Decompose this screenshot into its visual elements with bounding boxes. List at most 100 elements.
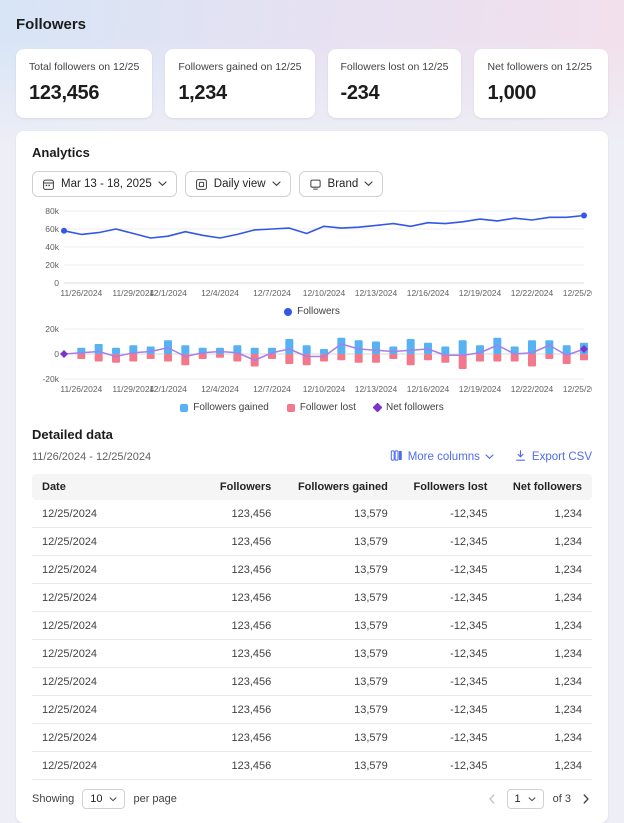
svg-text:60k: 60k	[45, 224, 59, 234]
svg-text:20k: 20k	[45, 260, 59, 270]
view-granularity-filter-button[interactable]: Daily view	[185, 171, 291, 197]
view-icon	[195, 178, 208, 191]
stat-card-followers-lost: Followers lost on 12/25 -234	[328, 49, 462, 118]
cell-followers: 123,456	[206, 584, 282, 612]
cell-followers-lost: -12,345	[398, 612, 498, 640]
page-count-label: of 3	[553, 793, 571, 805]
table-row: 12/25/2024123,45613,579-12,3451,234	[32, 668, 592, 696]
table-footer: Showing 10 per page 1 of 3	[32, 789, 592, 809]
cell-followers-lost: -12,345	[398, 500, 498, 528]
per-page-label: per page	[133, 793, 176, 805]
svg-text:12/16/2024: 12/16/2024	[407, 384, 450, 394]
cell-followers: 123,456	[206, 500, 282, 528]
cell-followers-gained: 13,579	[281, 528, 398, 556]
cell-followers: 123,456	[206, 556, 282, 584]
cell-date: 12/25/2024	[32, 556, 206, 584]
svg-text:40k: 40k	[45, 242, 59, 252]
stat-value: 1,234	[178, 82, 301, 105]
table-row: 12/25/2024123,45613,579-12,3451,234	[32, 724, 592, 752]
svg-text:12/10/2024: 12/10/2024	[303, 384, 346, 394]
legend-label: Followers gained	[193, 402, 269, 413]
stat-label: Followers gained on 12/25	[178, 61, 301, 73]
chevron-right-icon	[582, 794, 590, 804]
cell-net-followers: 1,234	[497, 556, 592, 584]
brand-filter-label: Brand	[328, 178, 359, 190]
cell-date: 12/25/2024	[32, 640, 206, 668]
legend-label: Follower lost	[300, 402, 356, 413]
cell-date: 12/25/2024	[32, 584, 206, 612]
previous-page-button[interactable]	[486, 792, 498, 806]
legend-item-follower-lost: Follower lost	[287, 402, 356, 413]
svg-text:12/1/2024: 12/1/2024	[149, 288, 187, 298]
cell-net-followers: 1,234	[497, 500, 592, 528]
svg-text:12/22/2024: 12/22/2024	[511, 384, 554, 394]
svg-text:12/25/2024: 12/25/2024	[563, 384, 592, 394]
view-granularity-filter-label: Daily view	[214, 178, 266, 190]
chevron-down-icon	[272, 181, 281, 187]
svg-text:11/26/2024: 11/26/2024	[60, 384, 102, 394]
pager: 1 of 3	[486, 789, 592, 809]
cell-date: 12/25/2024	[32, 612, 206, 640]
svg-text:11/26/2024: 11/26/2024	[60, 288, 102, 298]
cell-followers-gained: 13,579	[281, 696, 398, 724]
cell-followers: 123,456	[206, 696, 282, 724]
cell-followers-lost: -12,345	[398, 528, 498, 556]
more-columns-label: More columns	[408, 451, 480, 463]
table-date-range: 11/26/2024 - 12/25/2024	[32, 451, 151, 463]
cell-date: 12/25/2024	[32, 500, 206, 528]
table-row: 12/25/2024123,45613,579-12,3451,234	[32, 612, 592, 640]
column-header-date: Date	[32, 474, 206, 500]
cell-followers-lost: -12,345	[398, 668, 498, 696]
table-row: 12/25/2024123,45613,579-12,3451,234	[32, 696, 592, 724]
cell-net-followers: 1,234	[497, 752, 592, 780]
cell-followers: 123,456	[206, 724, 282, 752]
page-size-select[interactable]: 10	[82, 789, 125, 809]
analytics-card: Analytics Mar 13 - 18, 2025 Daily view	[16, 131, 608, 823]
cell-followers: 123,456	[206, 612, 282, 640]
svg-text:-20k: -20k	[42, 374, 59, 384]
page-size-value: 10	[90, 793, 102, 805]
chevron-down-icon	[528, 797, 536, 802]
cell-followers-gained: 13,579	[281, 584, 398, 612]
cell-followers-gained: 13,579	[281, 500, 398, 528]
export-csv-label: Export CSV	[532, 451, 592, 463]
export-csv-button[interactable]: Export CSV	[514, 449, 592, 465]
stat-value: -234	[341, 82, 449, 105]
stat-card-followers-gained: Followers gained on 12/25 1,234	[165, 49, 314, 118]
page: Followers Total followers on 12/25 123,4…	[0, 0, 624, 823]
cell-date: 12/25/2024	[32, 528, 206, 556]
cell-date: 12/25/2024	[32, 752, 206, 780]
gained-series-marker	[180, 404, 188, 412]
cell-date: 12/25/2024	[32, 696, 206, 724]
table-row: 12/25/2024123,45613,579-12,3451,234	[32, 500, 592, 528]
svg-text:12/1/2024: 12/1/2024	[149, 384, 187, 394]
followers-line-chart: 80k60k40k20k011/26/202411/29/202412/1/20…	[32, 205, 592, 299]
svg-text:12/7/2024: 12/7/2024	[253, 384, 291, 394]
table-actions: More columns Export CSV	[390, 449, 592, 465]
cell-followers: 123,456	[206, 640, 282, 668]
cell-date: 12/25/2024	[32, 724, 206, 752]
svg-text:12/22/2024: 12/22/2024	[511, 288, 554, 298]
brand-filter-button[interactable]: Brand	[299, 171, 384, 197]
legend-item-followers-gained: Followers gained	[180, 402, 269, 413]
stat-label: Total followers on 12/25	[29, 61, 139, 73]
stat-value: 1,000	[487, 82, 595, 105]
device-icon	[309, 178, 322, 191]
analytics-title: Analytics	[32, 145, 592, 160]
cell-net-followers: 1,234	[497, 668, 592, 696]
table-row: 12/25/2024123,45613,579-12,3451,234	[32, 556, 592, 584]
date-range-filter-button[interactable]: Mar 13 - 18, 2025	[32, 171, 177, 197]
cell-followers-gained: 13,579	[281, 556, 398, 584]
page-title: Followers	[16, 16, 608, 33]
page-select[interactable]: 1	[507, 789, 544, 809]
bar-chart-legend: Followers gained Follower lost Net follo…	[32, 402, 592, 413]
cell-followers-lost: -12,345	[398, 752, 498, 780]
more-columns-button[interactable]: More columns	[390, 449, 494, 465]
cell-net-followers: 1,234	[497, 640, 592, 668]
cell-followers-lost: -12,345	[398, 556, 498, 584]
legend-item-net-followers: Net followers	[374, 402, 444, 413]
next-page-button[interactable]	[580, 792, 592, 806]
stat-label: Net followers on 12/25	[487, 61, 595, 73]
stat-card-total-followers: Total followers on 12/25 123,456	[16, 49, 152, 118]
table-row: 12/25/2024123,45613,579-12,3451,234	[32, 640, 592, 668]
